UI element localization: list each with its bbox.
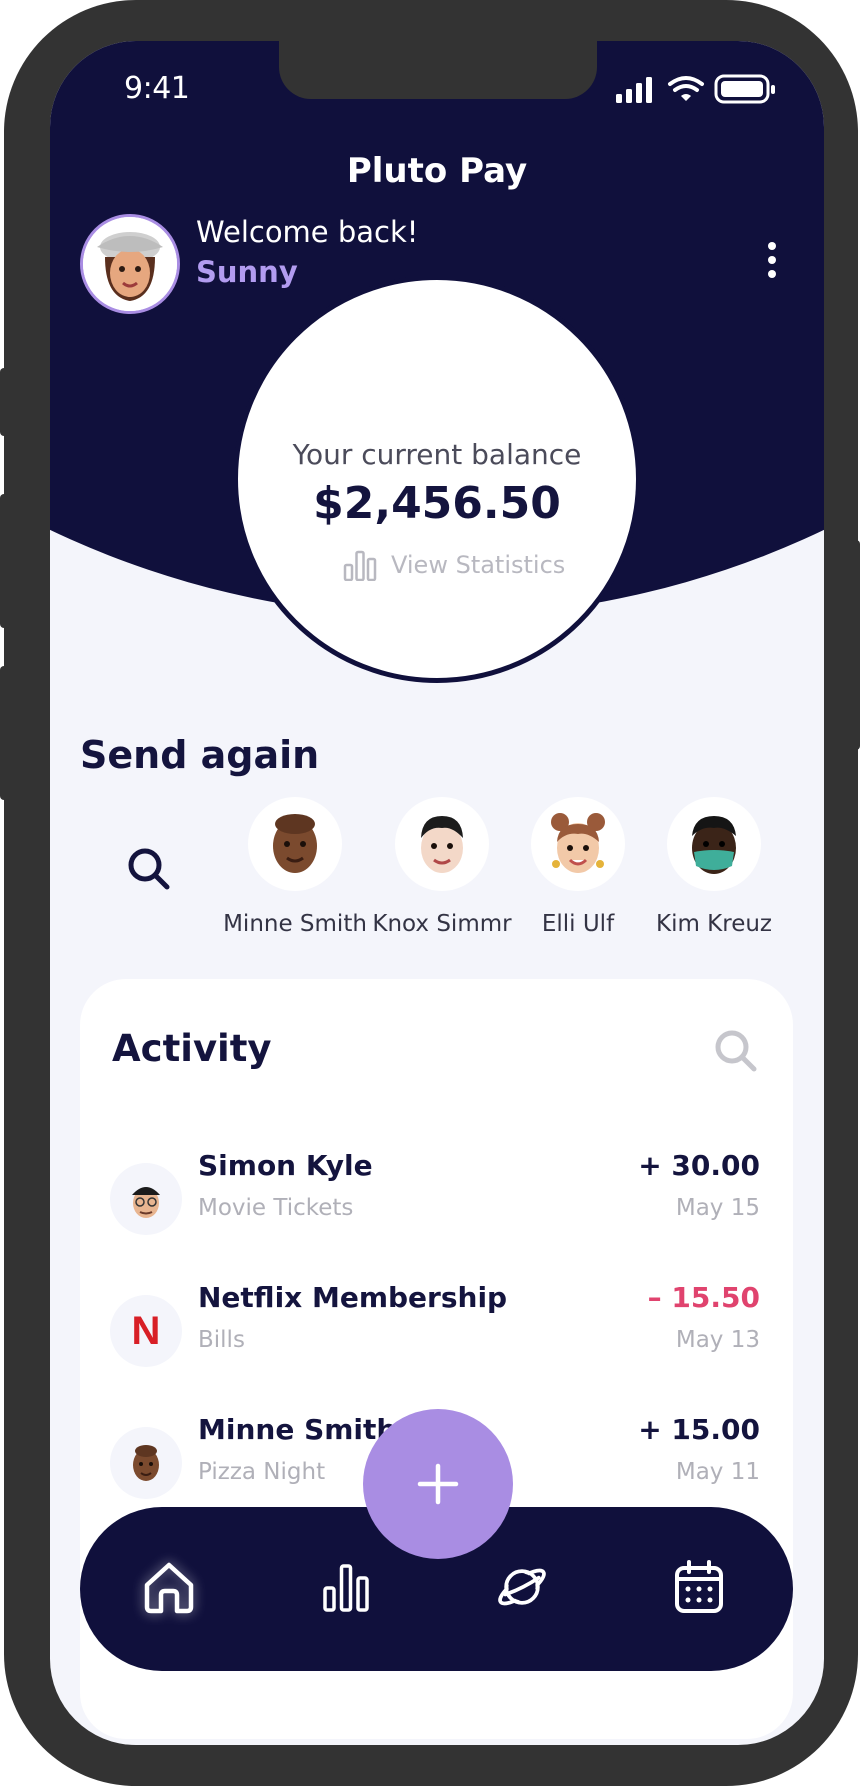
contact-name: Elli Ulf — [541, 911, 615, 937]
contact-avatar — [531, 797, 625, 891]
contact-avatar — [248, 797, 342, 891]
welcome-text: Welcome back! — [196, 215, 419, 249]
view-statistics-label: View Statistics — [391, 551, 566, 579]
contact-avatar — [667, 797, 761, 891]
transaction-date: May 11 — [675, 1459, 760, 1485]
power-button — [850, 540, 860, 750]
contact-avatar — [395, 797, 489, 891]
volume-down-button — [0, 666, 10, 800]
memoji-icon — [132, 1187, 160, 1218]
more-options-icon[interactable] — [762, 242, 782, 282]
transaction-amount: – 15.50 — [647, 1281, 760, 1314]
contact-knox-simmr[interactable]: Knox Simmr — [367, 797, 517, 937]
memoji-icon — [273, 814, 317, 873]
transaction-amount: + 30.00 — [638, 1149, 760, 1182]
nav-home[interactable] — [141, 1559, 197, 1615]
contact-name: Knox Simmr — [372, 911, 512, 937]
volume-up-button — [0, 494, 10, 628]
view-statistics-link[interactable]: View Statistics — [343, 548, 565, 582]
contact-kim-kreuz[interactable]: Kim Kreuz — [639, 797, 789, 937]
transaction-logo: N — [110, 1295, 182, 1367]
bar-chart-icon — [323, 1564, 369, 1612]
transaction-row[interactable]: Simon Kyle Movie Tickets + 30.00 May 15 — [110, 1149, 760, 1239]
balance-amount: $2,456.50 — [313, 478, 561, 529]
activity-search-icon[interactable] — [714, 1029, 758, 1073]
contact-elli-ulf[interactable]: Elli Ulf — [503, 797, 653, 937]
transaction-name: Simon Kyle — [198, 1149, 373, 1182]
balance-card: Your current balance $2,456.50 View Stat… — [233, 275, 641, 683]
transaction-avatar — [110, 1427, 182, 1499]
transaction-category: Bills — [198, 1327, 245, 1353]
transaction-avatar — [110, 1163, 182, 1235]
balance-label: Your current balance — [292, 438, 582, 471]
transaction-category: Pizza Night — [198, 1459, 326, 1485]
plus-icon — [417, 1463, 459, 1505]
mute-switch — [0, 368, 10, 436]
transaction-name: Minne Smith — [198, 1413, 397, 1446]
avatar-memoji-icon — [83, 217, 177, 311]
signal-wifi-battery-icon — [616, 74, 775, 104]
send-again-title: Send again — [80, 733, 320, 777]
transaction-row[interactable]: N Netflix Membership Bills – 15.50 May 1… — [110, 1281, 760, 1371]
user-avatar[interactable] — [80, 214, 180, 314]
contact-minne-smith[interactable]: Minne Smith — [220, 797, 370, 937]
memoji-icon — [692, 816, 736, 874]
activity-title: Activity — [112, 1027, 272, 1070]
nav-calendar[interactable] — [671, 1559, 727, 1615]
calendar-icon — [675, 1560, 723, 1613]
phone-frame: 9:41 Pluto Pay Welcome back! Sunny Your … — [0, 0, 860, 1786]
nav-statistics[interactable] — [318, 1559, 374, 1615]
memoji-icon — [421, 816, 463, 873]
screen: 9:41 Pluto Pay Welcome back! Sunny Your … — [50, 41, 824, 1745]
contact-name: Kim Kreuz — [655, 911, 773, 937]
transaction-name: Netflix Membership — [198, 1281, 508, 1314]
transaction-date: May 13 — [675, 1327, 760, 1353]
transaction-amount: + 15.00 — [638, 1413, 760, 1446]
memoji-icon — [551, 813, 605, 873]
nav-explore[interactable] — [494, 1559, 550, 1615]
user-name: Sunny — [196, 255, 298, 289]
transaction-category: Movie Tickets — [198, 1195, 354, 1221]
contact-search-icon[interactable] — [126, 846, 172, 892]
status-time: 9:41 — [124, 71, 190, 106]
add-button[interactable] — [363, 1409, 513, 1559]
notch — [279, 41, 597, 99]
transaction-date: May 15 — [675, 1195, 760, 1221]
memoji-icon — [133, 1445, 159, 1481]
netflix-logo-icon: N — [131, 1308, 161, 1353]
planet-icon — [498, 1568, 546, 1606]
bar-chart-icon — [343, 550, 377, 581]
home-icon — [144, 1562, 194, 1614]
status-icons — [616, 74, 780, 104]
contact-name: Minne Smith — [223, 911, 367, 937]
app-title: Pluto Pay — [346, 151, 528, 191]
